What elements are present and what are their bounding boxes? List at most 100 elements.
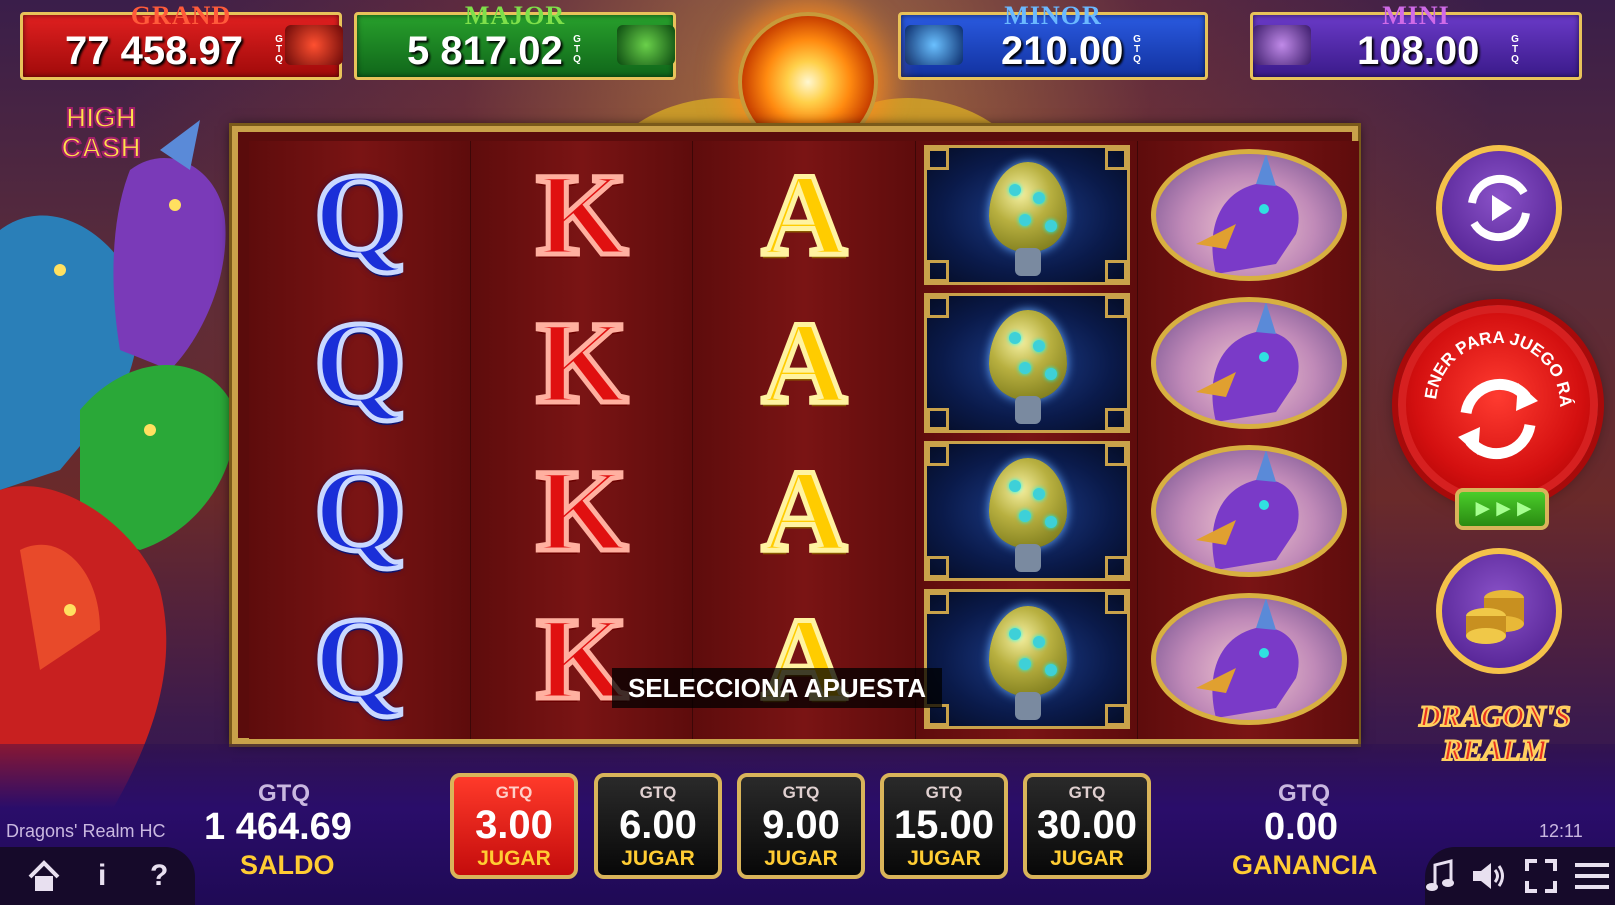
purple-dragon-icon bbox=[1150, 297, 1347, 429]
symbol-a: A bbox=[759, 445, 849, 576]
win-currency: GTQ bbox=[1278, 780, 1330, 807]
bet-button-9[interactable]: GTQ 9.00 JUGAR bbox=[737, 773, 865, 879]
bet-coins-button[interactable] bbox=[1436, 548, 1562, 674]
bet-amount: 9.00 bbox=[762, 803, 840, 847]
left-toolbar: i ? bbox=[0, 847, 195, 905]
bet-button-6[interactable]: GTQ 6.00 JUGAR bbox=[594, 773, 722, 879]
fullscreen-icon[interactable] bbox=[1525, 859, 1557, 893]
symbol-k: K bbox=[534, 593, 631, 724]
symbol-k: K bbox=[534, 297, 631, 428]
info-icon[interactable]: i bbox=[98, 859, 106, 893]
reel-2: K K K K bbox=[471, 141, 694, 739]
turbo-button[interactable]: ►►► bbox=[1455, 488, 1549, 530]
autoplay-icon bbox=[1468, 174, 1530, 242]
bet-amount: 15.00 bbox=[893, 803, 995, 847]
win-label: GANANCIA bbox=[1232, 850, 1378, 880]
jackpot-mini: MINI 108.00 GTQ bbox=[1250, 1, 1582, 80]
dragon-egg-icon bbox=[988, 606, 1067, 696]
jackpot-grand-currency: GTQ bbox=[275, 34, 283, 65]
music-icon[interactable] bbox=[1425, 859, 1455, 893]
game-name: Dragons' Realm HC bbox=[6, 821, 166, 841]
symbol-q: Q bbox=[312, 297, 409, 428]
blue-dragon-icon bbox=[905, 25, 963, 65]
dragons-artwork bbox=[0, 110, 240, 830]
bet-play-label: JUGAR bbox=[907, 847, 981, 870]
win-value: 0.00 bbox=[1264, 806, 1338, 848]
menu-icon[interactable] bbox=[1575, 861, 1609, 891]
reel-4 bbox=[915, 141, 1138, 739]
jackpot-minor-value: 210.00 bbox=[1001, 29, 1124, 73]
bet-button-15[interactable]: GTQ 15.00 JUGAR bbox=[880, 773, 1008, 879]
dragon-egg-icon bbox=[988, 458, 1067, 548]
symbol-q: Q bbox=[312, 593, 409, 724]
bet-play-label: JUGAR bbox=[764, 847, 838, 870]
high-cash-logo: HIGH CASH bbox=[42, 101, 160, 174]
jackpot-grand-value: 77 458.97 bbox=[65, 29, 243, 73]
balance-currency: GTQ bbox=[258, 780, 310, 807]
symbol-purple-dragon bbox=[1138, 585, 1360, 733]
purple-dragon-icon bbox=[1150, 593, 1347, 725]
symbol-dragon-egg bbox=[916, 437, 1138, 585]
jackpot-major-value: 5 817.02 bbox=[407, 29, 563, 73]
autoplay-button[interactable] bbox=[1436, 145, 1562, 271]
bet-currency: GTQ bbox=[782, 783, 820, 802]
bet-amount: 30.00 bbox=[1036, 803, 1138, 847]
dragons-realm-logo: DRAGON'S REALM bbox=[1405, 699, 1585, 790]
symbol-k: K bbox=[534, 149, 631, 280]
dragon-egg-icon bbox=[988, 310, 1067, 400]
home-icon[interactable] bbox=[26, 859, 62, 893]
symbol-a: A bbox=[759, 297, 849, 428]
spin-icon: MANTENER PARA JUEGO RÁPIDO bbox=[1399, 298, 1575, 460]
svg-text:MANTENER PARA JUEGO RÁPIDO: MANTENER PARA JUEGO RÁPIDO bbox=[1406, 313, 1575, 408]
symbol-q: Q bbox=[312, 445, 409, 576]
bet-currency: GTQ bbox=[639, 783, 677, 802]
spin-button[interactable]: MANTENER PARA JUEGO RÁPIDO bbox=[1398, 298, 1598, 505]
purple-dragon-icon bbox=[1150, 445, 1347, 577]
spin-hold-text: MANTENER PARA JUEGO RÁPIDO bbox=[1399, 298, 1575, 408]
green-dragon-icon bbox=[617, 25, 675, 65]
high-cash-line2: CASH bbox=[60, 131, 141, 164]
right-toolbar bbox=[1425, 847, 1615, 905]
high-cash-line1: HIGH bbox=[65, 101, 137, 134]
bet-currency: GTQ bbox=[495, 783, 533, 802]
jackpot-major: MAJOR 5 817.02 GTQ bbox=[354, 1, 676, 80]
balance-label: SALDO bbox=[240, 850, 335, 880]
coins-icon bbox=[1466, 590, 1524, 644]
help-icon[interactable]: ? bbox=[150, 859, 168, 893]
symbol-dragon-egg bbox=[916, 289, 1138, 437]
logo-line1: DRAGON'S bbox=[1418, 699, 1572, 734]
purple-dragon-icon bbox=[1253, 25, 1311, 65]
red-dragon-icon bbox=[285, 25, 343, 65]
symbol-q: Q bbox=[312, 149, 409, 280]
symbol-a: A bbox=[759, 149, 849, 280]
symbol-purple-dragon bbox=[1138, 141, 1360, 289]
clock: 12:11 bbox=[1539, 821, 1583, 841]
symbol-purple-dragon bbox=[1138, 437, 1360, 585]
jackpot-mini-value: 108.00 bbox=[1357, 29, 1480, 73]
logo-line2: REALM bbox=[1441, 733, 1548, 768]
jackpot-mini-currency: GTQ bbox=[1511, 34, 1519, 65]
symbol-k: K bbox=[534, 445, 631, 576]
jackpot-major-currency: GTQ bbox=[573, 34, 581, 65]
symbol-dragon-egg bbox=[916, 585, 1138, 733]
bet-button-3[interactable]: GTQ 3.00 JUGAR bbox=[450, 773, 578, 879]
dragon-egg-icon bbox=[988, 162, 1067, 252]
symbol-dragon-egg bbox=[916, 141, 1138, 289]
sound-icon[interactable] bbox=[1471, 859, 1507, 893]
jackpot-minor: MINOR 210.00 GTQ bbox=[898, 1, 1208, 80]
purple-dragon-icon bbox=[1150, 149, 1347, 281]
bet-play-label: JUGAR bbox=[621, 847, 695, 870]
bet-button-30[interactable]: GTQ 30.00 JUGAR bbox=[1023, 773, 1151, 879]
jackpot-minor-currency: GTQ bbox=[1133, 34, 1141, 65]
bet-play-label: JUGAR bbox=[477, 847, 551, 870]
balance-value: 1 464.69 bbox=[204, 806, 352, 848]
select-bet-message: SELECCIONA APUESTA bbox=[612, 668, 942, 708]
reel-3: A A A A bbox=[693, 141, 916, 739]
jackpot-grand: GRAND 77 458.97 GTQ bbox=[20, 1, 343, 80]
reel-5 bbox=[1137, 141, 1360, 739]
bet-currency: GTQ bbox=[1068, 783, 1106, 802]
bet-currency: GTQ bbox=[925, 783, 963, 802]
symbol-purple-dragon bbox=[1138, 289, 1360, 437]
reel-1: Q Q Q Q bbox=[249, 141, 472, 739]
bet-amount: 6.00 bbox=[619, 803, 697, 847]
